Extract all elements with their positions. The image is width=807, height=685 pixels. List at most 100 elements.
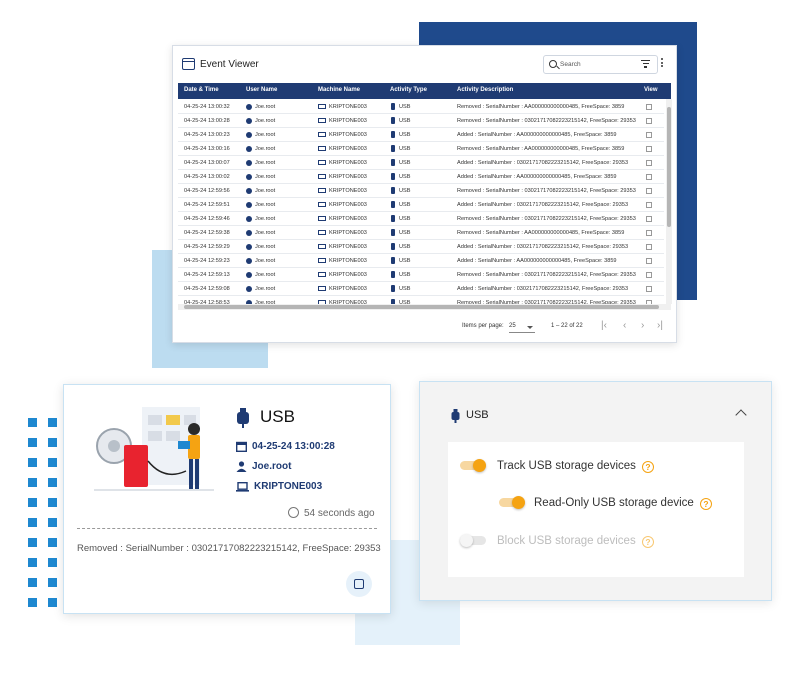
cell-activity-type: USB bbox=[399, 118, 411, 124]
table-row[interactable]: 04-25-24 12:59:38 Joe.root KRIPTONE003 USB R… bbox=[178, 226, 664, 240]
toggle-knob bbox=[512, 496, 525, 509]
help-icon[interactable]: ? bbox=[700, 498, 712, 510]
table-row[interactable]: 04-25-24 12:59:29 Joe.root KRIPTONE003 USB A… bbox=[178, 240, 664, 254]
decorative-dot bbox=[28, 498, 37, 507]
cell-user: Joe.root bbox=[255, 216, 276, 222]
chevron-up-icon[interactable] bbox=[735, 409, 747, 421]
table-row[interactable]: 04-25-24 13:00:16 Joe.root KRIPTONE003 USB R… bbox=[178, 142, 664, 156]
table-row[interactable]: 04-25-24 12:59:56 Joe.root KRIPTONE003 USB R… bbox=[178, 184, 664, 198]
decorative-dot bbox=[48, 578, 57, 587]
table-row[interactable]: 04-25-24 12:59:08 Joe.root KRIPTONE003 USB A… bbox=[178, 282, 664, 296]
help-icon[interactable]: ? bbox=[642, 461, 654, 473]
view-icon[interactable] bbox=[646, 257, 652, 264]
table-row[interactable]: 04-25-24 12:59:46 Joe.root KRIPTONE003 USB R… bbox=[178, 212, 664, 226]
column-header-user[interactable]: User Name bbox=[246, 87, 277, 93]
usb-card-title: USB bbox=[260, 407, 295, 426]
cell-activity-description: Added : SerialNumber : 03021717082223215… bbox=[457, 202, 629, 208]
decorative-dot bbox=[48, 538, 57, 547]
event-datetime: 04-25-24 13:00:28 bbox=[252, 441, 335, 452]
user-icon bbox=[246, 285, 252, 292]
table-row[interactable]: 04-25-24 12:58:53 Joe.root KRIPTONE003 USB R… bbox=[178, 296, 664, 304]
cell-activity-description: Removed : SerialNumber : 030217170822232… bbox=[457, 118, 636, 124]
first-page-button[interactable]: |‹ bbox=[601, 320, 607, 331]
view-icon[interactable] bbox=[646, 243, 652, 250]
cell-datetime: 04-25-24 13:00:16 bbox=[184, 146, 230, 152]
more-vertical-icon[interactable] bbox=[661, 58, 664, 69]
view-icon[interactable] bbox=[646, 145, 652, 152]
table-row[interactable]: 04-25-24 12:59:51 Joe.root KRIPTONE003 USB A… bbox=[178, 198, 664, 212]
cell-activity-description: Removed : SerialNumber : 030217170822232… bbox=[457, 272, 636, 278]
search-input[interactable]: Search bbox=[560, 61, 581, 68]
column-header-activity-type[interactable]: Activity Type bbox=[390, 87, 427, 93]
table-row[interactable]: 04-25-24 13:00:28 Joe.root KRIPTONE003 USB R… bbox=[178, 114, 664, 128]
column-header-activity-description[interactable]: Activity Description bbox=[457, 87, 513, 93]
vertical-scrollbar[interactable] bbox=[666, 99, 672, 304]
view-icon[interactable] bbox=[646, 173, 652, 180]
view-icon[interactable] bbox=[646, 131, 652, 138]
cell-activity-type: USB bbox=[399, 230, 411, 236]
last-page-button[interactable]: ›| bbox=[657, 320, 663, 331]
user-icon bbox=[246, 159, 252, 166]
option-label: Block USB storage devices bbox=[497, 535, 636, 547]
cell-machine: KRIPTONE003 bbox=[329, 216, 367, 222]
table-row[interactable]: 04-25-24 13:00:07 Joe.root KRIPTONE003 USB A… bbox=[178, 156, 664, 170]
cell-activity-description: Added : SerialNumber : 03021717082223215… bbox=[457, 244, 629, 250]
cell-activity-type: USB bbox=[399, 272, 411, 278]
cell-user: Joe.root bbox=[255, 174, 276, 180]
table-row[interactable]: 04-25-24 13:00:02 Joe.root KRIPTONE003 USB A… bbox=[178, 170, 664, 184]
open-details-button[interactable] bbox=[346, 571, 372, 597]
table-row[interactable]: 04-25-24 12:59:13 Joe.root KRIPTONE003 USB R… bbox=[178, 268, 664, 282]
usb-event-card: USB 04-25-24 13:00:28 Joe.root KRIPTONE0… bbox=[63, 384, 391, 614]
view-icon[interactable] bbox=[646, 285, 652, 292]
column-header-machine[interactable]: Machine Name bbox=[318, 87, 360, 93]
cell-activity-type: USB bbox=[399, 188, 411, 194]
next-page-button[interactable]: › bbox=[641, 320, 644, 331]
horizontal-scroll-thumb[interactable] bbox=[184, 305, 659, 309]
items-per-page-label: Items per page: bbox=[462, 323, 504, 329]
help-icon[interactable]: ? bbox=[642, 536, 654, 548]
decorative-dot bbox=[28, 438, 37, 447]
usb-icon bbox=[237, 408, 249, 428]
paginator: Items per page: 25 1 – 22 of 22 |‹ ‹ › ›… bbox=[173, 316, 676, 340]
view-icon[interactable] bbox=[646, 117, 652, 124]
cell-activity-description: Removed : SerialNumber : 030217170822232… bbox=[457, 216, 636, 222]
cell-machine: KRIPTONE003 bbox=[329, 118, 367, 124]
monitor-icon bbox=[318, 104, 326, 109]
view-icon[interactable] bbox=[646, 103, 652, 110]
calendar-icon bbox=[182, 58, 195, 70]
previous-page-button[interactable]: ‹ bbox=[623, 320, 626, 331]
view-icon[interactable] bbox=[646, 229, 652, 236]
calendar-icon bbox=[236, 441, 247, 452]
cell-user: Joe.root bbox=[255, 258, 276, 264]
monitor-icon bbox=[318, 160, 326, 165]
filter-icon[interactable] bbox=[641, 60, 650, 68]
view-icon[interactable] bbox=[646, 187, 652, 194]
table-row[interactable]: 04-25-24 12:59:23 Joe.root KRIPTONE003 USB A… bbox=[178, 254, 664, 268]
view-icon[interactable] bbox=[646, 159, 652, 166]
cell-user: Joe.root bbox=[255, 202, 276, 208]
toggle-switch[interactable] bbox=[460, 459, 488, 472]
toggle-switch[interactable] bbox=[460, 534, 488, 547]
cell-machine: KRIPTONE003 bbox=[329, 160, 367, 166]
column-header-view: View bbox=[644, 87, 658, 93]
event-time-ago: 54 seconds ago bbox=[304, 508, 375, 519]
usb-icon bbox=[391, 285, 395, 292]
horizontal-scrollbar[interactable] bbox=[178, 304, 671, 310]
cell-user: Joe.root bbox=[255, 132, 276, 138]
decorative-dot bbox=[48, 438, 57, 447]
cell-datetime: 04-25-24 13:00:07 bbox=[184, 160, 230, 166]
cell-machine: KRIPTONE003 bbox=[329, 258, 367, 264]
column-header-date[interactable]: Date & Time bbox=[184, 87, 219, 93]
view-icon[interactable] bbox=[646, 201, 652, 208]
vertical-scroll-thumb[interactable] bbox=[667, 107, 671, 227]
view-icon[interactable] bbox=[646, 215, 652, 222]
cell-activity-description: Removed : SerialNumber : AA0000000000004… bbox=[457, 104, 625, 110]
usb-icon bbox=[391, 215, 395, 222]
toggle-switch[interactable] bbox=[499, 496, 527, 509]
usb-icon bbox=[391, 243, 395, 250]
table-row[interactable]: 04-25-24 13:00:23 Joe.root KRIPTONE003 USB A… bbox=[178, 128, 664, 142]
table-row[interactable]: 04-25-24 13:00:32 Joe.root KRIPTONE003 USB R… bbox=[178, 100, 664, 114]
user-icon bbox=[246, 257, 252, 264]
decorative-dot bbox=[28, 598, 37, 607]
view-icon[interactable] bbox=[646, 271, 652, 278]
